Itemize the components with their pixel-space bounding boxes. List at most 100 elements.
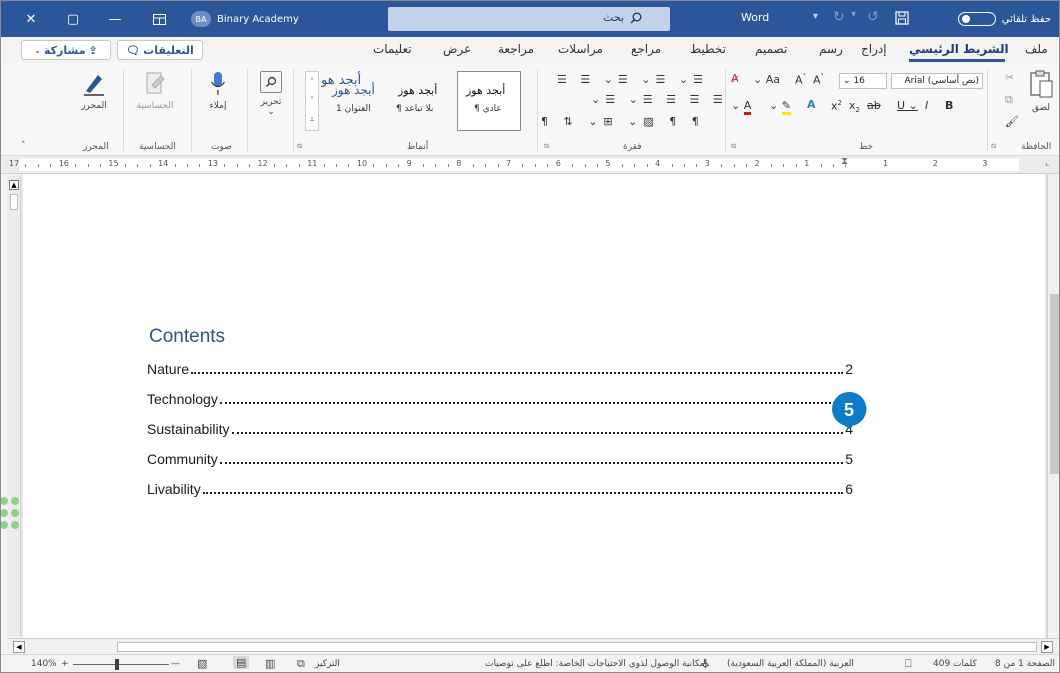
proofing-icon[interactable]: ⎕	[905, 657, 912, 671]
shrink-font-icon[interactable]: A˅	[813, 73, 824, 87]
document-page[interactable]: Contents Nature 2 Technology3 Sustainabilit…	[23, 174, 1045, 638]
redo-dropdown-icon[interactable]: ▾	[851, 9, 856, 20]
font-size-dropdown[interactable]: ⌄ 16	[839, 73, 887, 89]
collapse-ribbon-icon[interactable]: ˄	[21, 141, 26, 151]
search-box[interactable]: بحث	[388, 7, 670, 31]
horizontal-ruler[interactable]: ⧗ ⌞ 17 16 15 14 13 12 11 10 9 8 7 6 5 4 3 2 1 1 2 3	[1, 156, 1059, 174]
paragraph-launcher-icon[interactable]: ⧅	[544, 141, 549, 151]
zoom-out-button[interactable]: —	[171, 659, 180, 669]
toc-entry[interactable]: Nature 2	[147, 361, 853, 381]
read-mode-icon[interactable]: ▥	[265, 657, 275, 670]
font-color-icon[interactable]: ⌄ A	[731, 99, 752, 115]
paste-button[interactable]: لصق	[1025, 69, 1057, 125]
toc-title: Contents	[149, 326, 226, 347]
close-icon[interactable]: ✕	[13, 1, 49, 37]
cut-icon[interactable]: ✂	[1005, 71, 1014, 84]
focus-icon[interactable]: ⧉	[297, 657, 305, 671]
tab-design[interactable]: تصميم	[755, 42, 787, 56]
accessibility-status[interactable]: إمكانية الوصول لذوي الاحتياجات الخاصة: ا…	[485, 659, 707, 669]
ruler-up-icon[interactable]: ▲	[9, 180, 19, 190]
tab-layout[interactable]: تخطيط	[690, 42, 726, 56]
vertical-scrollbar[interactable]	[1047, 174, 1059, 638]
superscript-icon[interactable]: x2	[831, 99, 842, 113]
styles-scroll[interactable]: ˄ ˅ ⩡	[305, 71, 319, 131]
save-icon[interactable]	[895, 10, 909, 29]
search-placeholder: بحث	[603, 11, 624, 24]
tab-insert[interactable]: إدراج	[861, 42, 887, 56]
sensitivity-button[interactable]: الحساسية	[129, 71, 181, 127]
minimize-icon[interactable]: —	[97, 1, 133, 37]
toc-entry[interactable]: Community 5	[147, 451, 853, 471]
highlight-icon[interactable]: ⌄ ✎	[769, 99, 791, 115]
group-label-styles: أنماط	[407, 142, 429, 152]
zoom-level[interactable]: 140%	[31, 659, 57, 669]
word-count[interactable]: 409 كلمات	[933, 659, 977, 669]
sensitivity-button-label: الحساسية	[136, 101, 174, 111]
horizontal-scroll-thumb[interactable]	[117, 642, 1037, 652]
ruler-tick	[621, 164, 623, 167]
status-bar: الصفحة 1 من 8 409 كلمات ⎕ العربية (الممل…	[1, 654, 1059, 672]
horizontal-scrollbar[interactable]: ◀ ▶	[7, 638, 1059, 654]
focus-label[interactable]: التركيز	[315, 659, 340, 669]
zoom-slider[interactable]	[73, 664, 169, 665]
scroll-right-icon[interactable]: ▶	[1041, 641, 1053, 653]
tab-references[interactable]: مراجع	[631, 42, 661, 56]
toc-entry[interactable]: Sustainability 4	[147, 421, 853, 441]
scroll-left-icon[interactable]: ◀	[13, 641, 25, 653]
vertical-scroll-thumb[interactable]	[1050, 294, 1059, 474]
paste-label: لصق	[1031, 103, 1051, 113]
paragraph-row-1[interactable]: ☰ ☰ ⌄☰ ⌄☰ ⌄☰	[557, 73, 708, 86]
restore-icon[interactable]: ▢	[55, 1, 91, 37]
comments-button[interactable]: 🗨 التعليقات	[117, 40, 203, 60]
paragraph-row-3[interactable]: ¶ ⇅ ⌄⊞ ⌄▨ ¶ ¶	[541, 115, 705, 128]
toc-entry[interactable]: Technology3	[147, 391, 853, 411]
grow-font-icon[interactable]: A˄	[795, 73, 806, 87]
editor-button[interactable]: المحرر	[73, 71, 115, 127]
tab-mailings[interactable]: مراسلات	[558, 42, 603, 56]
comment-icon: 🗨	[126, 43, 141, 57]
ribbon-display-icon[interactable]	[141, 1, 177, 37]
style-normal-sample: أبجد هوز	[466, 84, 506, 97]
web-layout-icon[interactable]: ▧	[197, 657, 207, 670]
clipboard-launcher-icon[interactable]: ⧅	[991, 141, 996, 151]
print-layout-icon[interactable]: ▤	[233, 656, 250, 669]
style-no-spacing[interactable]: أبجد هوز ¶ بلا تباعد	[387, 71, 453, 131]
text-effects-icon[interactable]: A	[807, 98, 816, 111]
share-button[interactable]: ⌄ مشاركة ⇪	[21, 40, 111, 60]
dictate-button[interactable]: إملاء	[201, 71, 235, 127]
tab-home[interactable]: الشريط الرئيسي	[909, 42, 1009, 56]
style-normal[interactable]: أبجد هوز ¶ عادي	[457, 71, 521, 131]
tab-view[interactable]: عرض	[443, 42, 471, 56]
redo-icon[interactable]: ↻	[833, 9, 845, 25]
zoom-slider-thumb[interactable]	[115, 659, 119, 670]
style-title-preview[interactable]: أبجد هو	[321, 71, 363, 93]
tab-review[interactable]: مراجعة	[498, 42, 534, 56]
zoom-in-button[interactable]: +	[61, 659, 69, 669]
toggle-switch[interactable]	[957, 12, 996, 26]
subscript-icon[interactable]: x2	[849, 99, 860, 114]
clear-formatting-icon[interactable]: A̷	[731, 72, 739, 85]
underline-icon[interactable]: U ⌄	[897, 99, 918, 112]
italic-icon[interactable]: I	[925, 99, 928, 112]
styles-launcher-icon[interactable]: ⧅	[297, 141, 302, 151]
undo-icon[interactable]: ↺	[867, 9, 879, 25]
tab-help[interactable]: تعليمات	[373, 42, 412, 56]
tab-draw[interactable]: رسم	[819, 42, 843, 56]
autosave-toggle[interactable]: حفظ تلقائي	[929, 10, 1051, 28]
paragraph-align-row[interactable]: ⌄☰ ⌄☰ ☰ ☰ ☰	[591, 93, 728, 106]
font-name-dropdown[interactable]: (نص أساسي) Arial	[891, 73, 983, 89]
tab-file[interactable]: ملف	[1025, 42, 1048, 56]
editing-button[interactable]: تحرير ⌄	[255, 71, 287, 127]
copy-icon[interactable]: ⧉	[1005, 93, 1013, 107]
font-launcher-icon[interactable]: ⧅	[731, 141, 736, 151]
toc-entry[interactable]: Livability 6	[147, 481, 853, 501]
account-area[interactable]: BA Binary Academy	[191, 10, 299, 28]
language-indicator[interactable]: العربية (المملكة العربية السعودية)	[727, 659, 854, 669]
tab-selector-icon[interactable]: ⌞	[1045, 158, 1049, 168]
change-case-icon[interactable]: ⌄ Aa	[753, 73, 780, 86]
qat-customize-icon[interactable]: ▾	[813, 11, 818, 22]
strikethrough-icon[interactable]: ab	[867, 99, 881, 112]
page-count[interactable]: الصفحة 1 من 8	[995, 659, 1055, 669]
bold-icon[interactable]: B	[945, 99, 953, 112]
format-painter-icon[interactable]: 🖌	[1005, 115, 1019, 128]
